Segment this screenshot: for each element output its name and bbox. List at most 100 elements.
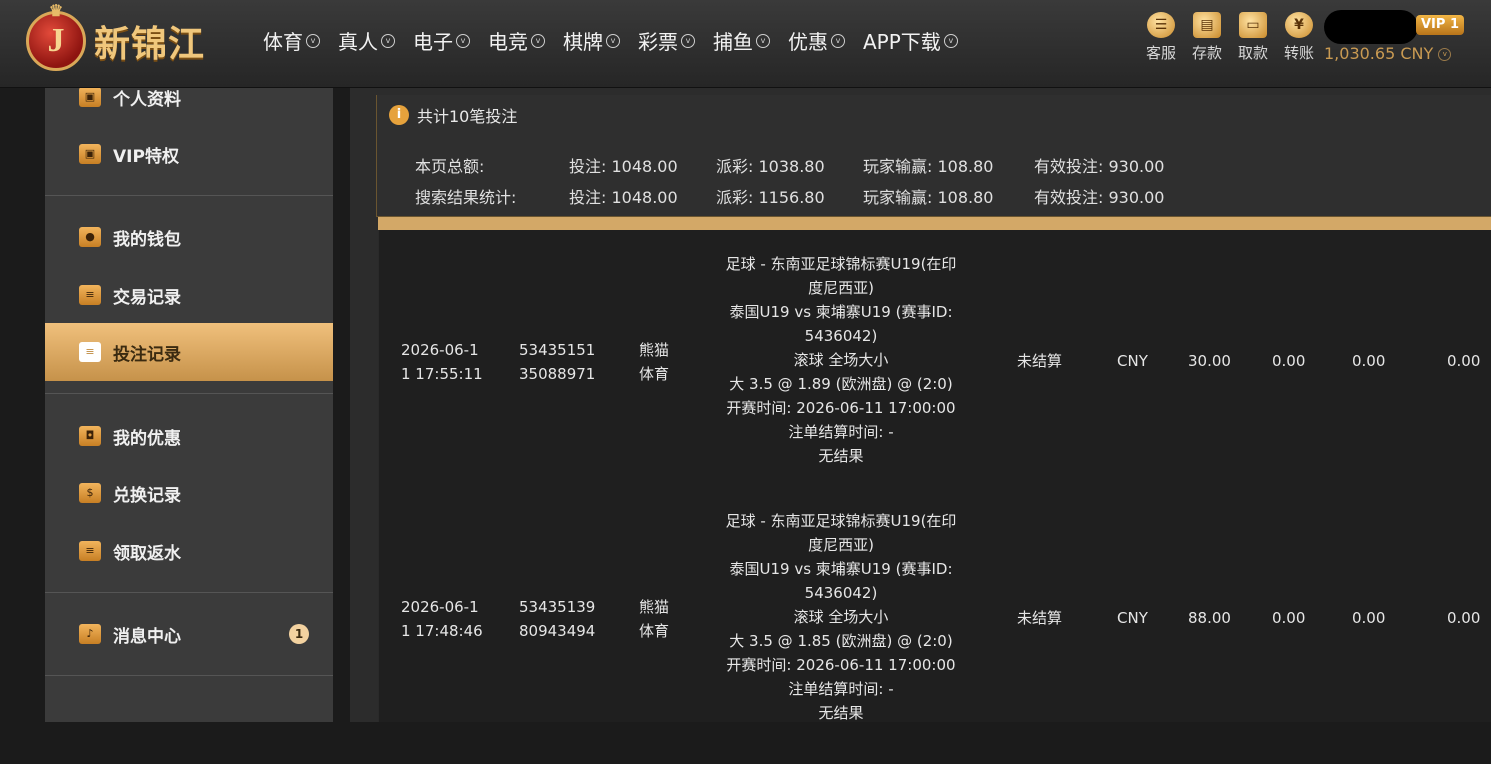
- table-row[interactable]: 2026-06-1 1 17:55:11 53435151 35088971 熊…: [379, 250, 1491, 507]
- detail-line: 注单结算时间: -: [788, 423, 894, 441]
- sidebar-item-label: 交易记录: [113, 287, 181, 308]
- nav-promotions[interactable]: 优惠 v: [788, 26, 845, 55]
- detail-line: 无结果: [818, 447, 864, 465]
- user-panel[interactable]: VIP 1 1,030.65 CNY v: [1324, 10, 1474, 70]
- customer-service-icon: ☰: [1147, 12, 1175, 38]
- deposit-button[interactable]: ▤ 存款: [1184, 12, 1230, 63]
- detail-line: 度尼西亚): [808, 279, 874, 297]
- sidebar-divider: [45, 675, 333, 676]
- transfer-button[interactable]: ¥ 转账: [1276, 12, 1322, 63]
- sidebar-item-vip[interactable]: ▣ VIP特权: [45, 125, 333, 183]
- chevron-down-icon: v: [606, 33, 620, 48]
- account-balance[interactable]: 1,030.65 CNY v: [1324, 44, 1452, 63]
- nav-esports[interactable]: 电竞 v: [488, 26, 545, 55]
- nav-sports[interactable]: 体育 v: [263, 26, 320, 55]
- bet-time-line: 2026-06-1: [401, 341, 479, 359]
- bet-amount: 30.00: [1188, 352, 1231, 370]
- bet-id-line: 80943494: [519, 622, 596, 640]
- nav-label: 彩票: [638, 30, 678, 54]
- detail-line: 足球 - 东南亚足球锦标赛U19(在印: [725, 512, 957, 530]
- page-win-total: 玩家输赢: 108.80: [863, 157, 994, 176]
- chevron-down-icon: v: [456, 33, 470, 48]
- nav-app-download[interactable]: APP下载 v: [863, 26, 958, 55]
- sidebar-item-label: 我的优惠: [113, 428, 181, 449]
- avatar: [1324, 10, 1418, 44]
- sidebar-item-redemptions[interactable]: $ 兑换记录: [45, 464, 333, 522]
- withdraw-button[interactable]: ▭ 取款: [1230, 12, 1276, 63]
- nav-slots[interactable]: 电子 v: [413, 26, 470, 55]
- brand-logo[interactable]: ♛ J 新锦江: [26, 3, 206, 76]
- search-total-label: 搜索结果统计:: [415, 188, 517, 207]
- nav-label: APP下载: [863, 30, 941, 54]
- chevron-down-icon: v: [1438, 48, 1452, 61]
- detail-line: 开赛时间: 2026-06-11 17:00:00: [726, 656, 956, 674]
- money-bag-icon: $: [79, 483, 101, 503]
- bet-id-line: 53435151: [519, 341, 596, 359]
- chevron-down-icon: v: [306, 33, 320, 48]
- brand-name: 新锦江: [94, 24, 206, 65]
- nav-label: 真人: [338, 30, 378, 54]
- bet-currency: CNY: [1117, 609, 1148, 627]
- sidebar-item-label: VIP特权: [113, 146, 179, 167]
- nav-cards[interactable]: 棋牌 v: [563, 26, 620, 55]
- rebate-icon: ≡: [79, 541, 101, 561]
- bet-time: 2026-06-1 1 17:55:11: [401, 338, 483, 386]
- sidebar-item-wallet[interactable]: ● 我的钱包: [45, 208, 333, 266]
- summary-header: i 共计10笔投注: [389, 103, 517, 127]
- info-icon: i: [389, 105, 409, 125]
- sidebar-item-bet-records[interactable]: ≡ 投注记录: [45, 323, 333, 381]
- customer-service-button[interactable]: ☰ 客服: [1138, 12, 1184, 63]
- detail-line: 注单结算时间: -: [788, 680, 894, 698]
- detail-line: 滚球 全场大小: [793, 608, 889, 626]
- nav-label: 电子: [413, 30, 453, 54]
- bet-detail: 足球 - 东南亚足球锦标赛U19(在印 度尼西亚) 泰国U19 vs 柬埔寨U1…: [706, 509, 976, 725]
- bet-value: 0.00: [1272, 609, 1306, 627]
- top-header: ♛ J 新锦江 体育 v 真人 v 电子 v 电竞 v 棋牌 v 彩票 v 捕鱼 v 优惠 v …: [0, 0, 1491, 88]
- table-header-bar: [378, 217, 1491, 230]
- bet-value: 0.00: [1447, 352, 1481, 370]
- sidebar-item-profile[interactable]: ▣ 个人资料: [45, 88, 333, 126]
- sidebar-item-messages[interactable]: ♪ 消息中心 1: [45, 605, 333, 663]
- vip-badge: VIP 1: [1416, 15, 1464, 35]
- main-nav: 体育 v 真人 v 电子 v 电竞 v 棋牌 v 彩票 v 捕鱼 v 优惠 v APP下载 v: [263, 26, 976, 55]
- table-row[interactable]: 2026-06-1 1 17:48:46 53435139 80943494 熊…: [379, 507, 1491, 764]
- nav-label: 棋牌: [563, 30, 603, 54]
- bet-value: 0.00: [1352, 609, 1386, 627]
- bet-records-table: 2026-06-1 1 17:55:11 53435151 35088971 熊…: [378, 230, 1491, 722]
- tool-label: 取款: [1237, 44, 1268, 62]
- crown-icon: ♛: [48, 3, 64, 20]
- bet-time-line: 1 17:55:11: [401, 365, 483, 383]
- sidebar-item-rebate[interactable]: ≡ 领取返水: [45, 522, 333, 580]
- bet-status: 未结算: [1017, 352, 1063, 370]
- bet-id-line: 53435139: [519, 598, 596, 616]
- bet-summary-panel: i 共计10笔投注 本页总额: 投注: 1048.00 派彩: 1038.80 …: [376, 95, 1491, 217]
- sidebar-divider: [45, 592, 333, 593]
- bet-time: 2026-06-1 1 17:48:46: [401, 595, 483, 643]
- detail-line: 5436042): [804, 584, 878, 602]
- detail-line: 无结果: [818, 704, 864, 722]
- venue-line: 熊猫: [639, 341, 670, 359]
- search-win-total: 玩家输赢: 108.80: [863, 188, 994, 207]
- chevron-down-icon: v: [381, 33, 395, 48]
- message-count-badge: 1: [289, 624, 309, 644]
- venue-line: 熊猫: [639, 598, 670, 616]
- detail-line: 5436042): [804, 327, 878, 345]
- bet-amount: 88.00: [1188, 609, 1231, 627]
- account-sidebar: ▣ 个人资料 ▣ VIP特权 ● 我的钱包 ≡ 交易记录 ≡ 投注记录 ◘ 我的…: [45, 88, 333, 722]
- nav-live-casino[interactable]: 真人 v: [338, 26, 395, 55]
- nav-label: 优惠: [788, 30, 828, 54]
- nav-fishing[interactable]: 捕鱼 v: [713, 26, 770, 55]
- bet-time-line: 1 17:48:46: [401, 622, 483, 640]
- transfer-icon: ¥: [1285, 12, 1313, 38]
- detail-line: 泰国U19 vs 柬埔寨U19 (赛事ID:: [729, 303, 953, 321]
- page-total-label: 本页总额:: [415, 157, 485, 176]
- detail-line: 滚球 全场大小: [793, 351, 889, 369]
- tool-label: 转账: [1283, 44, 1314, 62]
- nav-lottery[interactable]: 彩票 v: [638, 26, 695, 55]
- sidebar-item-my-promotions[interactable]: ◘ 我的优惠: [45, 407, 333, 465]
- balance-value: 1,030.65 CNY: [1324, 44, 1434, 63]
- detail-line: 足球 - 东南亚足球锦标赛U19(在印: [725, 255, 957, 273]
- sidebar-item-transactions[interactable]: ≡ 交易记录: [45, 266, 333, 324]
- detail-line: 开赛时间: 2026-06-11 17:00:00: [726, 399, 956, 417]
- bet-value: 0.00: [1272, 352, 1306, 370]
